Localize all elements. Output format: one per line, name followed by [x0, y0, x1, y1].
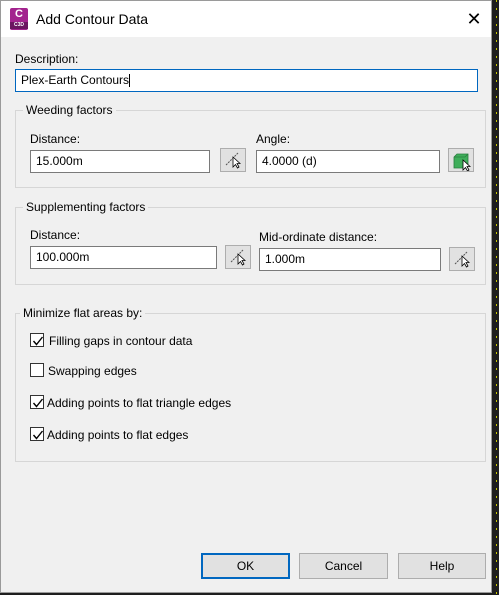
- supplementing-distance-input[interactable]: 100.000m: [30, 246, 217, 269]
- adding-points-flat-edges-label[interactable]: Adding points to flat edges: [47, 428, 188, 442]
- weeding-angle-label: Angle:: [256, 132, 291, 146]
- mid-ordinate-input[interactable]: 1.000m: [259, 248, 441, 271]
- weeding-factors-group: [15, 110, 486, 188]
- checkmark-icon: [32, 430, 44, 440]
- pick-distance-icon: [230, 249, 247, 266]
- pick-supplementing-distance-button[interactable]: [225, 245, 251, 269]
- weeding-distance-label: Distance:: [30, 132, 81, 146]
- description-label: Description:: [15, 52, 79, 66]
- adding-points-flat-triangle-edges-label[interactable]: Adding points to flat triangle edges: [47, 396, 231, 410]
- add-contour-data-dialog: C C3D Add Contour Data ✕ Description: Ple…: [0, 0, 492, 593]
- adding-points-flat-edges-checkbox[interactable]: [30, 427, 44, 441]
- pick-angle-button[interactable]: [448, 148, 474, 172]
- swapping-edges-checkbox[interactable]: [30, 363, 44, 377]
- dialog-title: Add Contour Data: [36, 11, 149, 27]
- supplementing-distance-label: Distance:: [30, 228, 81, 242]
- mid-ordinate-label: Mid-ordinate distance:: [259, 230, 378, 244]
- weeding-factors-title: Weeding factors: [23, 103, 116, 117]
- title-bar: C C3D Add Contour Data ✕: [1, 1, 491, 37]
- background-edge: [496, 0, 497, 595]
- minimize-flat-areas-title: Minimize flat areas by:: [20, 306, 146, 320]
- swapping-edges-label[interactable]: Swapping edges: [48, 364, 137, 378]
- pick-distance-icon: [225, 152, 242, 169]
- cancel-button[interactable]: Cancel: [299, 553, 388, 579]
- pick-distance-button[interactable]: [220, 148, 246, 172]
- checkmark-icon: [32, 336, 44, 346]
- pick-angle-icon: [453, 153, 472, 171]
- text-caret: [129, 74, 131, 88]
- pick-mid-ordinate-button[interactable]: [449, 247, 475, 271]
- weeding-angle-input[interactable]: 4.0000 (d): [256, 150, 440, 173]
- filling-gaps-checkbox[interactable]: [30, 333, 44, 347]
- pick-distance-icon: [454, 251, 471, 268]
- help-button[interactable]: Help: [398, 553, 486, 579]
- weeding-distance-input[interactable]: 15.000m: [30, 150, 210, 173]
- supplementing-factors-title: Supplementing factors: [23, 200, 149, 214]
- description-input[interactable]: Plex-Earth Contours: [15, 69, 478, 92]
- description-value: Plex-Earth Contours: [21, 73, 130, 87]
- adding-points-flat-triangle-edges-checkbox[interactable]: [30, 395, 44, 409]
- filling-gaps-label[interactable]: Filling gaps in contour data: [49, 334, 192, 348]
- ok-button[interactable]: OK: [201, 553, 290, 579]
- close-icon[interactable]: ✕: [463, 8, 485, 30]
- checkmark-icon: [32, 398, 44, 408]
- civil3d-app-icon: C C3D: [10, 8, 28, 30]
